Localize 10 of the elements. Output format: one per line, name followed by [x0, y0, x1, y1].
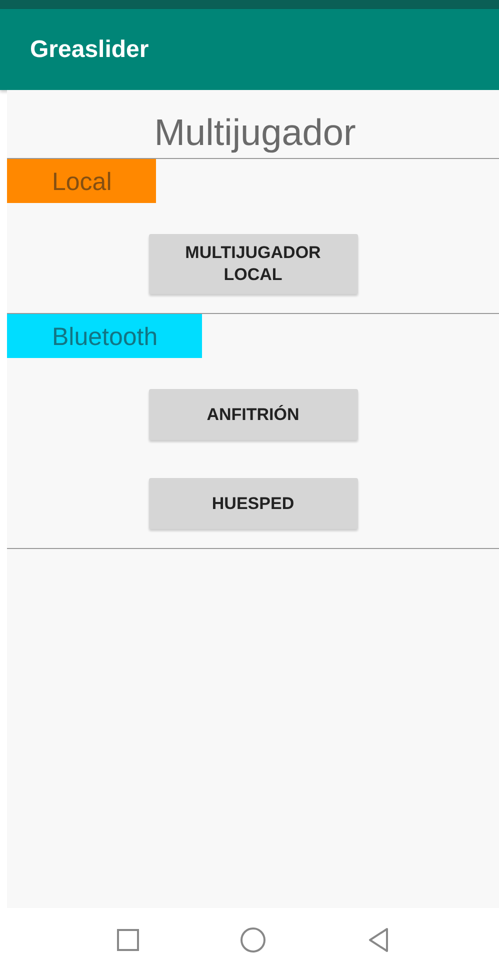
menu-button[interactable]: HUESPED [148, 478, 358, 529]
menu-button[interactable]: MULTIJUGADOR LOCAL [148, 234, 358, 294]
screen-title: Multijugador [154, 112, 356, 155]
menu-button[interactable]: ANFITRIÓN [148, 389, 358, 440]
section-label: Local [7, 159, 156, 203]
section-label: Bluetooth [7, 314, 202, 358]
back-icon[interactable] [366, 926, 389, 952]
app-title: Greaslider [30, 36, 149, 64]
recent-apps-icon[interactable] [116, 928, 140, 952]
home-icon[interactable] [240, 926, 266, 952]
